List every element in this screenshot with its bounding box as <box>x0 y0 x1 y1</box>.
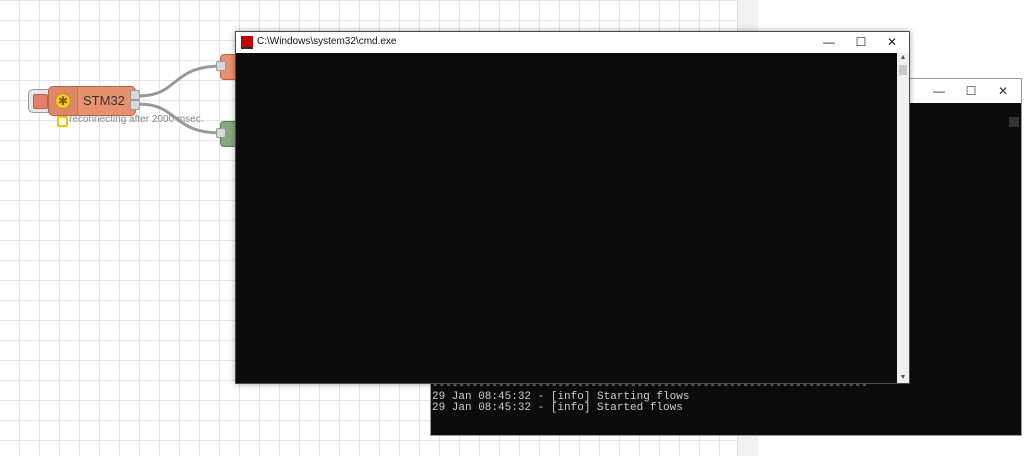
inject-button[interactable] <box>33 94 48 109</box>
output-port-1[interactable] <box>130 90 140 100</box>
back-scroll-thumb[interactable] <box>1009 117 1019 127</box>
status-icon <box>57 116 68 127</box>
close-button[interactable]: ✕ <box>877 34 907 51</box>
cmd-scrollbar[interactable]: ▲ ▼ <box>897 53 909 383</box>
back-scrollbar[interactable] <box>1005 103 1021 435</box>
back-close-button[interactable]: ✕ <box>989 82 1017 100</box>
scroll-up-icon[interactable]: ▲ <box>897 53 909 63</box>
console-line: 29 Jan 08:45:32 - [info] Started flows <box>432 402 683 414</box>
wire-top <box>137 64 223 98</box>
scroll-down-icon[interactable]: ▼ <box>897 373 909 383</box>
scroll-thumb[interactable] <box>899 65 907 75</box>
input-port-bottom[interactable] <box>216 128 226 138</box>
back-minimize-button[interactable]: — <box>925 82 953 100</box>
node-status-text: reconnecting after 2000 msec. <box>69 114 204 125</box>
cmd-window[interactable]: C:\Windows\system32\cmd.exe — ☐ ✕ ▲ ▼ <box>235 31 910 384</box>
input-port-top[interactable] <box>216 61 226 71</box>
cmd-console-area[interactable] <box>236 53 897 383</box>
window-title: C:\Windows\system32\cmd.exe <box>257 36 397 47</box>
stm32-node[interactable]: ✱ STM32 <box>48 86 136 116</box>
back-maximize-button[interactable]: ☐ <box>957 82 985 100</box>
node-icon-area: ✱ <box>49 87 78 115</box>
cmd-titlebar[interactable]: C:\Windows\system32\cmd.exe — ☐ ✕ <box>236 32 909 53</box>
serial-icon: ✱ <box>55 93 71 109</box>
maximize-button[interactable]: ☐ <box>846 34 876 51</box>
node-label: STM32 <box>83 93 125 108</box>
console-output: ----------------------------------------… <box>432 381 868 414</box>
output-port-2[interactable] <box>130 100 140 110</box>
minimize-button[interactable]: — <box>814 34 844 51</box>
cmd-app-icon <box>241 36 253 49</box>
